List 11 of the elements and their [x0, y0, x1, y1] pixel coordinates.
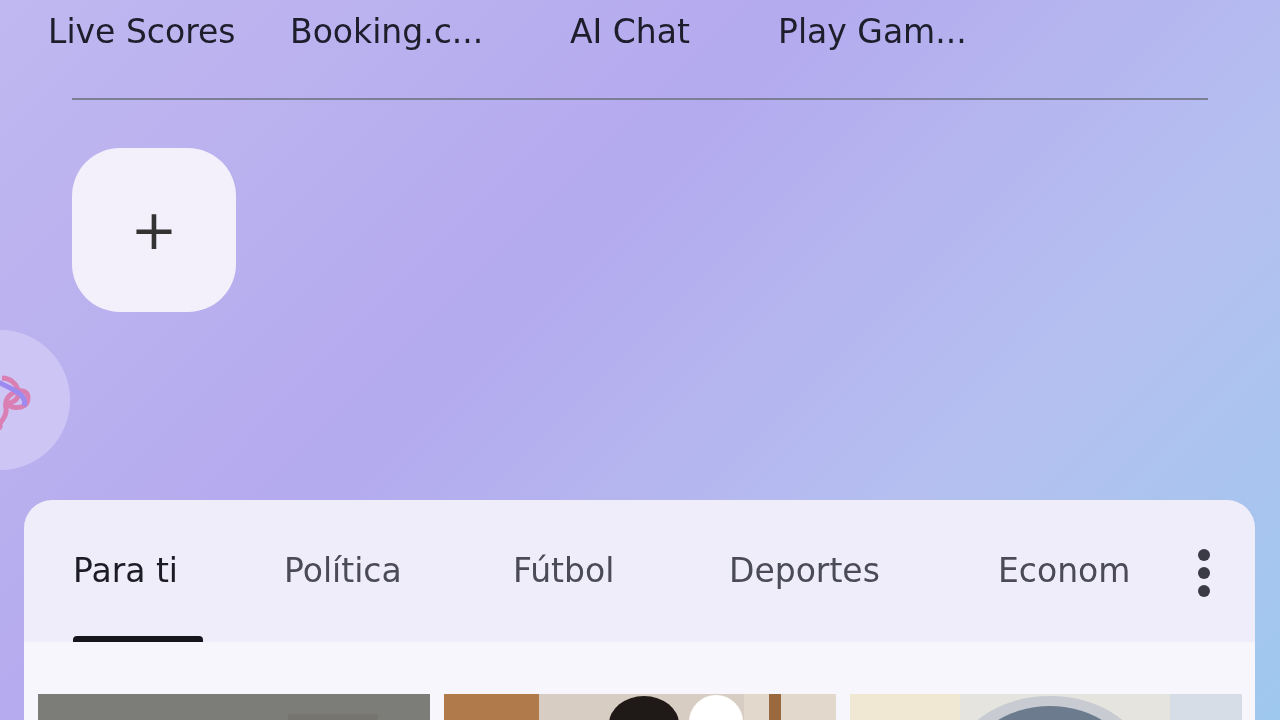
shortcut-label[interactable]: AI Chat [570, 6, 778, 56]
add-shortcut-button[interactable]: + [72, 148, 236, 312]
shortcut-label[interactable]: Live Scores [48, 6, 290, 56]
more-options-icon[interactable] [1197, 548, 1211, 598]
news-tab[interactable]: Fútbol [513, 500, 729, 642]
shortcut-label[interactable]: Play Gam... [778, 6, 998, 56]
news-tab[interactable]: Para ti [73, 500, 284, 642]
shortcut-label[interactable]: Booking.c... [290, 6, 570, 56]
news-tab[interactable]: Econom [998, 500, 1158, 642]
news-tab[interactable]: Política [284, 500, 513, 642]
news-tab[interactable]: Deportes [729, 500, 998, 642]
